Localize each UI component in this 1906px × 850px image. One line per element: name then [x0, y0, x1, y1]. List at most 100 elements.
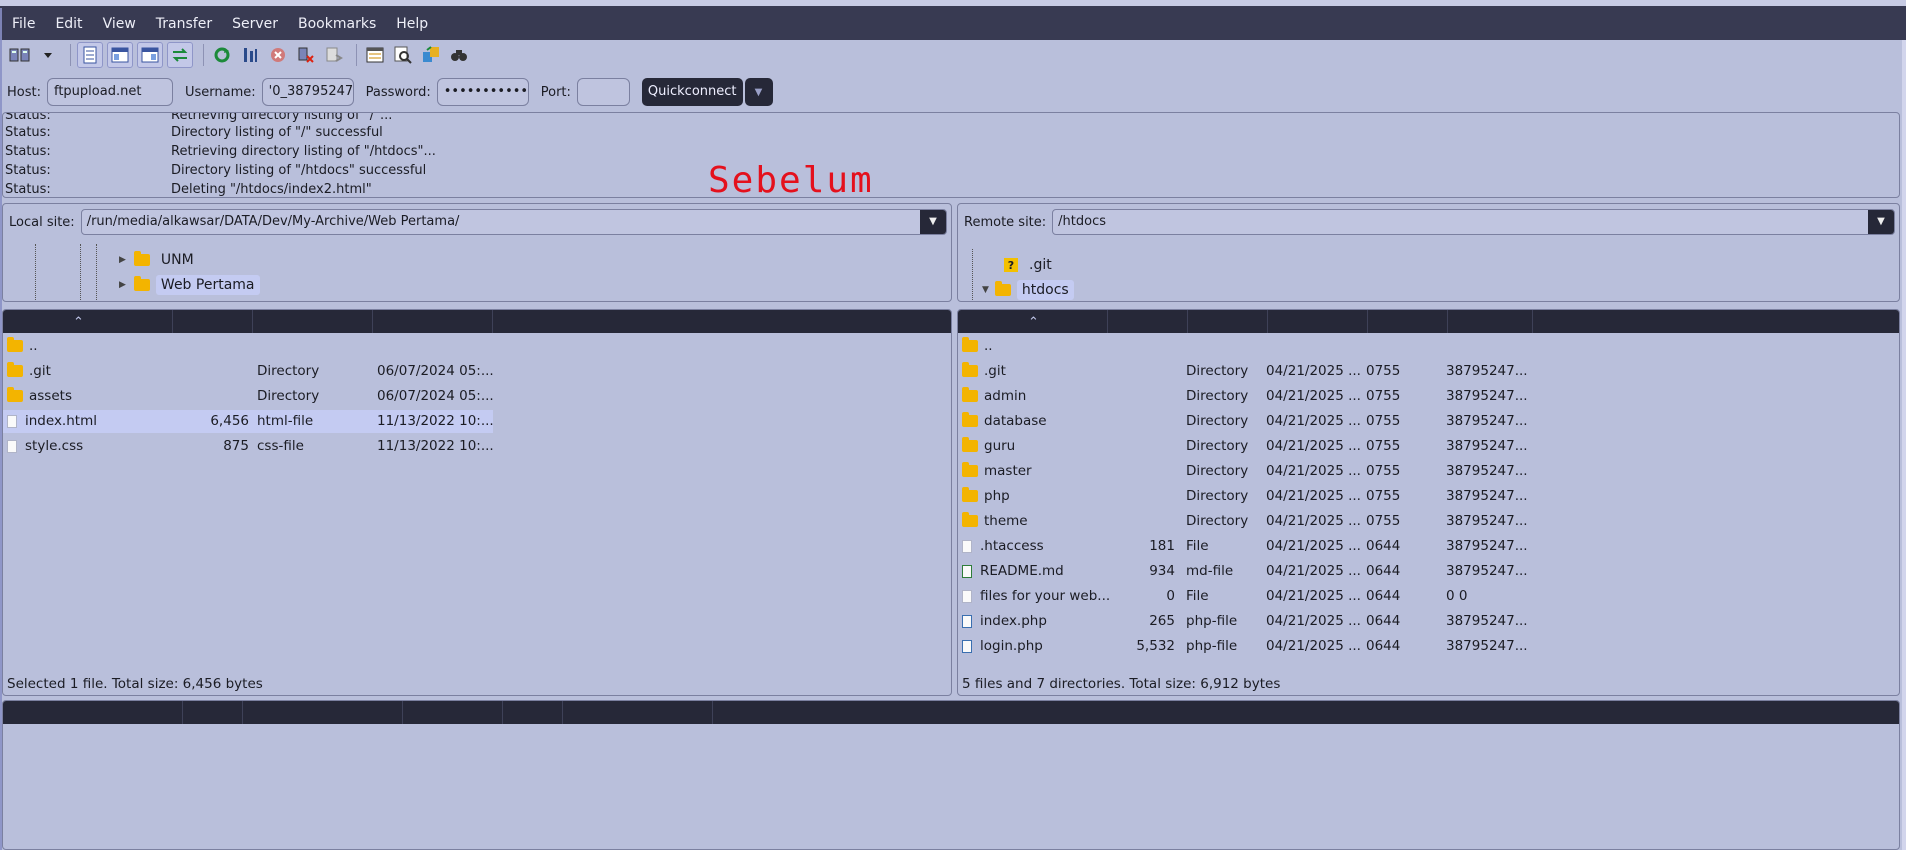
- local-path-input[interactable]: /run/media/alkawsar/DATA/Dev/My-Archive/…: [80, 209, 947, 235]
- file-row[interactable]: php Directory 04/21/2025 ... 0755 38795247..…: [958, 485, 1533, 508]
- file-owner: 38795247...: [1446, 638, 1528, 654]
- column-filesize[interactable]: [173, 310, 253, 333]
- column-remote-file[interactable]: [243, 701, 403, 724]
- expand-arrow-icon[interactable]: ▶: [119, 280, 126, 290]
- menu-view[interactable]: View: [93, 16, 146, 32]
- disconnect-icon[interactable]: [294, 43, 318, 67]
- file-size: 181: [1149, 538, 1175, 554]
- file-name: database: [984, 413, 1047, 429]
- tree-guide: [96, 244, 97, 301]
- column-priority[interactable]: [503, 701, 563, 724]
- file-row[interactable]: .htaccess 181 File 04/21/2025 ... 0644 387952…: [958, 535, 1533, 558]
- menu-transfer[interactable]: Transfer: [146, 16, 222, 32]
- file-owner: 38795247...: [1446, 363, 1528, 379]
- file-row[interactable]: index.php 265 php-file 04/21/2025 ... 0644 38…: [958, 610, 1533, 633]
- column-server-local[interactable]: [3, 701, 183, 724]
- port-field[interactable]: [576, 78, 630, 106]
- file-name-cell: admin: [962, 387, 1026, 404]
- file-row[interactable]: style.css 875 css-file 11/13/2022 10:...: [3, 435, 494, 458]
- filter-icon[interactable]: [363, 43, 387, 67]
- file-type: File: [1186, 588, 1209, 604]
- tree-item-htdocs[interactable]: ▼ htdocs: [982, 279, 1074, 301]
- local-path-dropdown[interactable]: ▼: [920, 210, 946, 234]
- dropdown-arrow-icon[interactable]: [36, 43, 60, 67]
- menu-file[interactable]: File: [2, 16, 45, 32]
- file-perm: 0644: [1366, 613, 1401, 629]
- collapse-arrow-icon[interactable]: ▼: [982, 285, 989, 295]
- file-row[interactable]: database Directory 04/21/2025 ... 0755 38795…: [958, 410, 1533, 433]
- password-field[interactable]: ••••••••••••: [436, 78, 529, 106]
- column-permissions[interactable]: [1368, 310, 1448, 333]
- file-size: 934: [1149, 563, 1175, 579]
- quickconnect-button[interactable]: Quickconnect: [641, 78, 743, 106]
- file-row[interactable]: .git Directory 04/21/2025 ... 0755 38795247.…: [958, 360, 1533, 383]
- overlay-annotation: Sebelum: [708, 160, 874, 201]
- column-status[interactable]: [563, 701, 713, 724]
- file-date: 04/21/2025 ...: [1266, 563, 1361, 579]
- folder-icon: [7, 337, 23, 352]
- column-filetype[interactable]: [253, 310, 373, 333]
- reconnect-icon[interactable]: [322, 43, 346, 67]
- remote-path-input[interactable]: /htdocs ▼: [1052, 209, 1895, 235]
- folder-icon: [962, 487, 978, 502]
- file-row[interactable]: admin Directory 04/21/2025 ... 0755 38795247…: [958, 385, 1533, 408]
- toolbar: [0, 40, 1906, 70]
- refresh-icon[interactable]: [210, 43, 234, 67]
- file-owner: 38795247...: [1446, 463, 1528, 479]
- file-row[interactable]: master Directory 04/21/2025 ... 0755 3879524…: [958, 460, 1533, 483]
- file-row[interactable]: index.html 6,456 html-file 11/13/2022 10:..…: [3, 410, 494, 433]
- menu-bookmarks[interactable]: Bookmarks: [288, 16, 386, 32]
- file-row[interactable]: ..: [958, 335, 1533, 358]
- tree-item-unm[interactable]: ▶ UNM: [119, 249, 199, 271]
- expand-arrow-icon[interactable]: ▶: [119, 255, 126, 265]
- menu-server[interactable]: Server: [222, 16, 288, 32]
- column-filename[interactable]: ⌃: [3, 310, 173, 333]
- column-filename[interactable]: ⌃: [958, 310, 1108, 333]
- tree-item-web-pertama[interactable]: ▶ Web Pertama: [119, 274, 260, 296]
- cancel-icon[interactable]: [266, 43, 290, 67]
- queue-icon[interactable]: [167, 42, 193, 68]
- host-label: Host:: [7, 84, 41, 100]
- file-row[interactable]: ..: [3, 335, 493, 358]
- file-name: guru: [984, 438, 1016, 454]
- file-row[interactable]: README.md 934 md-file 04/21/2025 ... 0644 387…: [958, 560, 1533, 583]
- file-date: 04/21/2025 ...: [1266, 363, 1361, 379]
- file-row[interactable]: guru Directory 04/21/2025 ... 0755 38795247.…: [958, 435, 1533, 458]
- local-site-label: Local site:: [9, 214, 75, 230]
- remote-path-dropdown[interactable]: ▼: [1868, 210, 1894, 234]
- process-queue-icon[interactable]: [238, 43, 262, 67]
- file-name: ..: [29, 338, 38, 354]
- file-row[interactable]: theme Directory 04/21/2025 ... 0755 38795247…: [958, 510, 1533, 533]
- username-field[interactable]: '0_38795247: [261, 78, 354, 106]
- file-type: Directory: [1186, 488, 1249, 504]
- column-filetype[interactable]: [1188, 310, 1268, 333]
- tree-item-git[interactable]: ? .git: [1004, 254, 1057, 276]
- file-owner: 38795247...: [1446, 438, 1528, 454]
- column-modified[interactable]: [1268, 310, 1368, 333]
- column-filesize[interactable]: [1108, 310, 1188, 333]
- search-remote-icon[interactable]: [391, 43, 415, 67]
- column-direction[interactable]: [183, 701, 243, 724]
- file-row[interactable]: assets Directory 06/07/2024 05:...: [3, 385, 494, 408]
- remote-tree-icon[interactable]: [137, 42, 163, 68]
- column-size[interactable]: [403, 701, 503, 724]
- message-log-icon[interactable]: [77, 42, 103, 68]
- file-row[interactable]: login.php 5,532 php-file 04/21/2025 ... 0644…: [958, 635, 1533, 658]
- file-row[interactable]: files for your web... 0 File 04/21/2025 ...…: [958, 585, 1533, 608]
- menu-edit[interactable]: Edit: [45, 16, 92, 32]
- site-manager-icon[interactable]: [8, 43, 32, 67]
- file-row[interactable]: .git Directory 06/07/2024 05:...: [3, 360, 494, 383]
- column-modified[interactable]: [373, 310, 493, 333]
- file-date: 11/13/2022 10:...: [377, 438, 494, 454]
- file-name: theme: [984, 513, 1028, 529]
- file-perm: 0755: [1366, 363, 1401, 379]
- find-icon[interactable]: [447, 43, 471, 67]
- compare-icon[interactable]: [419, 43, 443, 67]
- chevron-down-icon: ▼: [754, 86, 763, 98]
- local-tree-icon[interactable]: [107, 42, 133, 68]
- menu-help[interactable]: Help: [386, 16, 438, 32]
- host-field[interactable]: ftpupload.net: [46, 78, 173, 106]
- quickconnect-dropdown[interactable]: ▼: [744, 78, 773, 106]
- column-owner[interactable]: [1448, 310, 1533, 333]
- file-owner: 38795247...: [1446, 613, 1528, 629]
